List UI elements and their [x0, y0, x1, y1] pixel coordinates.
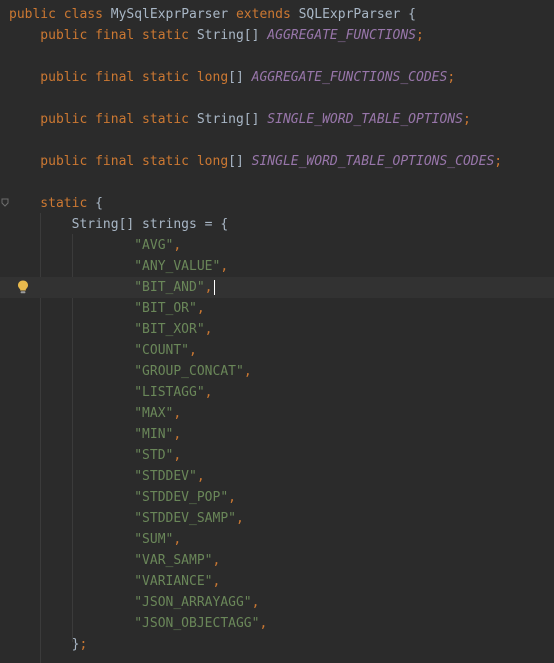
code-line[interactable]: "JSON_OBJECTAGG", — [0, 613, 554, 634]
code-line[interactable]: "BIT_AND", — [0, 277, 554, 298]
code-token: "SUM" — [9, 532, 174, 547]
code-token: , — [196, 301, 205, 316]
code-token: , — [204, 280, 213, 295]
code-token: SINGLE_WORD_TABLE_OPTIONS_CODES — [251, 154, 495, 169]
code-line[interactable]: "STDDEV_SAMP", — [0, 508, 554, 529]
code-token: "STDDEV_POP" — [9, 490, 229, 505]
code-line[interactable]: "VARIANCE", — [0, 571, 554, 592]
code-token: , — [220, 259, 229, 274]
code-line[interactable]: static { — [0, 193, 554, 214]
code-token: , — [243, 364, 252, 379]
code-line[interactable] — [0, 88, 554, 109]
code-token: "COUNT" — [9, 343, 190, 358]
code-token: "LISTAGG" — [9, 385, 205, 400]
code-line[interactable]: String[] strings = { — [0, 214, 554, 235]
code-token: "BIT_OR" — [9, 301, 197, 316]
code-line[interactable]: "BIT_OR", — [0, 298, 554, 319]
code-token: "AVG" — [9, 238, 174, 253]
code-token: , — [196, 469, 205, 484]
code-token: String[] — [196, 28, 268, 43]
code-token: static — [9, 196, 96, 211]
code-token: [] — [228, 154, 252, 169]
code-line[interactable]: "ANY_VALUE", — [0, 256, 554, 277]
code-line[interactable]: "GROUP_CONCAT", — [0, 361, 554, 382]
code-line[interactable]: "STDDEV", — [0, 466, 554, 487]
lightbulb-icon[interactable] — [17, 280, 29, 294]
code-token: public final static — [9, 112, 197, 127]
code-token: , — [173, 448, 182, 463]
code-token: "BIT_AND" — [9, 280, 205, 295]
code-line[interactable]: "SUM", — [0, 529, 554, 550]
code-token: "VAR_SAMP" — [9, 553, 213, 568]
code-token: public final static — [9, 28, 197, 43]
code-token: , — [212, 574, 221, 589]
code-line[interactable]: public final static String[] SINGLE_WORD… — [0, 109, 554, 130]
code-token: "STDDEV_SAMP" — [9, 511, 236, 526]
code-token: ; — [462, 112, 471, 127]
code-line[interactable]: "BIT_XOR", — [0, 319, 554, 340]
code-token: SQLExprParser { — [298, 7, 417, 22]
code-token: "VARIANCE" — [9, 574, 213, 589]
code-line[interactable]: }; — [0, 634, 554, 655]
code-line[interactable]: "MAX", — [0, 403, 554, 424]
code-token: public class — [9, 7, 111, 22]
code-token: , — [189, 343, 197, 358]
code-token: "MAX" — [9, 406, 174, 421]
code-token: , — [173, 427, 182, 442]
code-token: , — [173, 238, 182, 253]
code-line[interactable] — [0, 172, 554, 193]
code-token: "JSON_OBJECTAGG" — [9, 616, 260, 631]
code-token: AGGREGATE_FUNCTIONS_CODES — [251, 70, 448, 85]
code-token: SINGLE_WORD_TABLE_OPTIONS — [267, 112, 463, 127]
code-token: AGGREGATE_FUNCTIONS — [267, 28, 417, 43]
code-token: extends — [235, 7, 299, 22]
code-line[interactable]: public class MySqlExprParser extends SQL… — [0, 4, 554, 25]
code-token: { — [95, 196, 103, 211]
code-token: public final static long — [9, 154, 229, 169]
code-line[interactable]: "STDDEV_POP", — [0, 487, 554, 508]
code-token: } — [9, 637, 80, 652]
code-line[interactable]: public final static long[] SINGLE_WORD_T… — [0, 151, 554, 172]
code-line[interactable]: "AVG", — [0, 235, 554, 256]
code-token: , — [204, 385, 213, 400]
code-token: public final static long — [9, 70, 229, 85]
code-token: MySqlExprParser — [110, 7, 236, 22]
code-token: , — [251, 595, 260, 610]
code-token: ; — [447, 70, 456, 85]
code-token: "STDDEV" — [9, 469, 197, 484]
code-line[interactable] — [0, 46, 554, 67]
code-line[interactable] — [0, 130, 554, 151]
code-editor[interactable]: public class MySqlExprParser extends SQL… — [0, 0, 554, 663]
code-token: "MIN" — [9, 427, 174, 442]
code-token: String[] strings = { — [9, 217, 229, 232]
code-token: [] — [228, 70, 252, 85]
code-token: , — [173, 406, 182, 421]
code-line[interactable]: public final static long[] AGGREGATE_FUN… — [0, 67, 554, 88]
code-token: "BIT_XOR" — [9, 322, 205, 337]
code-token: , — [228, 490, 236, 505]
code-line[interactable]: "VAR_SAMP", — [0, 550, 554, 571]
code-token: String[] — [196, 112, 268, 127]
code-line[interactable]: "MIN", — [0, 424, 554, 445]
text-caret — [213, 280, 215, 295]
code-token: "ANY_VALUE" — [9, 259, 221, 274]
code-line[interactable]: "STD", — [0, 445, 554, 466]
code-token: "STD" — [9, 448, 174, 463]
code-line[interactable]: public final static String[] AGGREGATE_F… — [0, 25, 554, 46]
code-token: , — [173, 532, 182, 547]
code-token: , — [212, 553, 221, 568]
code-line[interactable]: "LISTAGG", — [0, 382, 554, 403]
code-token: , — [259, 616, 268, 631]
code-token: ; — [79, 637, 88, 652]
code-token: , — [204, 322, 213, 337]
code-line[interactable]: "JSON_ARRAYAGG", — [0, 592, 554, 613]
code-line[interactable]: "COUNT", — [0, 340, 554, 361]
code-token: "JSON_ARRAYAGG" — [9, 595, 252, 610]
code-token: "GROUP_CONCAT" — [9, 364, 244, 379]
code-token: ; — [416, 28, 424, 43]
code-token: ; — [494, 154, 503, 169]
code-token: , — [235, 511, 244, 526]
